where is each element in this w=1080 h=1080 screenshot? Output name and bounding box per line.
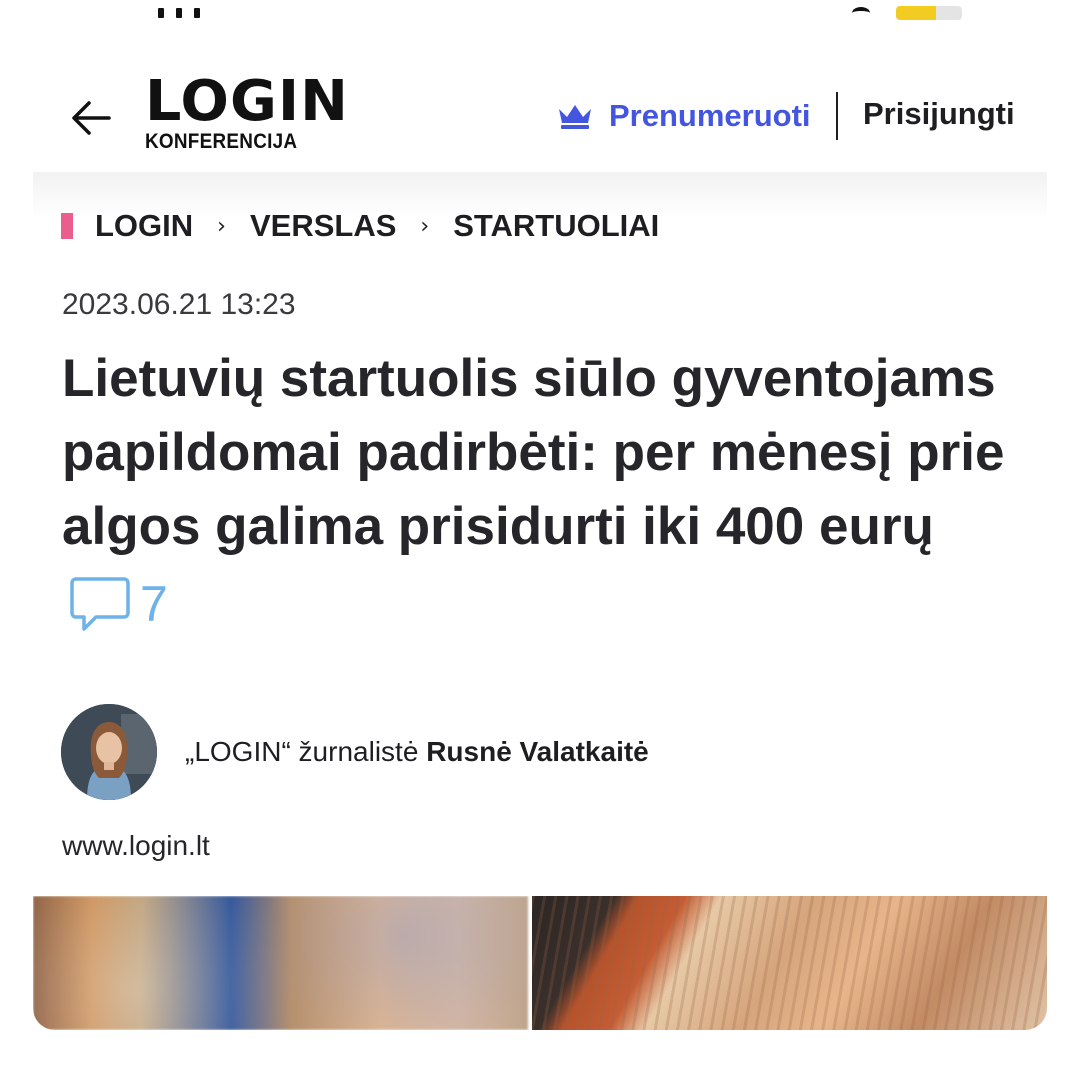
site-header: LOGIN KONFERENCIJA Prenumeruoti Prisijun… xyxy=(33,22,1047,174)
author-photo xyxy=(61,704,157,800)
hero-image-left xyxy=(33,896,528,1030)
author-role: „LOGIN“ žurnalistė xyxy=(185,736,419,767)
comments-link[interactable]: 7 xyxy=(70,567,168,641)
author-avatar[interactable] xyxy=(61,704,157,800)
breadcrumb-separator: › xyxy=(217,213,226,239)
breadcrumb-item-login[interactable]: LOGIN xyxy=(95,208,193,244)
login-link[interactable]: Prisijungti xyxy=(863,96,1015,132)
breadcrumb-item-startuoliai[interactable]: STARTUOLIAI xyxy=(453,208,659,244)
article-date: 2023.06.21 13:23 xyxy=(62,288,296,321)
author-name[interactable]: Rusnė Valatkaitė xyxy=(426,736,649,767)
battery-icon xyxy=(896,6,962,20)
crown-icon xyxy=(559,105,591,129)
article-hero-image xyxy=(33,896,1047,1030)
header-divider xyxy=(836,92,838,140)
breadcrumb-item-verslas[interactable]: VERSLAS xyxy=(250,208,396,244)
comment-count: 7 xyxy=(140,576,168,632)
hero-image-right xyxy=(532,896,1047,1030)
breadcrumb-separator: › xyxy=(420,213,430,239)
screen: LOGIN KONFERENCIJA Prenumeruoti Prisijun… xyxy=(0,0,1080,1080)
article-source: www.login.lt xyxy=(62,830,210,861)
breadcrumb: LOGIN › VERSLAS › STARTUOLIAI xyxy=(61,206,659,246)
subscribe-button[interactable]: Prenumeruoti xyxy=(555,94,811,138)
subscribe-label: Prenumeruoti xyxy=(609,98,811,133)
signal-icon xyxy=(158,8,200,18)
back-button[interactable] xyxy=(69,98,113,138)
author-byline: „LOGIN“ žurnalistė Rusnė Valatkaitė xyxy=(185,736,649,768)
status-bar xyxy=(0,0,1080,22)
site-logo[interactable]: LOGIN KONFERENCIJA xyxy=(145,69,349,156)
wifi-icon xyxy=(852,7,870,19)
article-title: Lietuvių startuolis siūlo gyventojams pa… xyxy=(62,342,1022,641)
logo-subtitle: KONFERENCIJA xyxy=(145,130,298,153)
speech-bubble-icon xyxy=(70,577,130,631)
article-title-text: Lietuvių startuolis siūlo gyventojams pa… xyxy=(62,349,1005,556)
logo-wordmark: LOGIN xyxy=(145,69,349,134)
article-page: LOGIN KONFERENCIJA Prenumeruoti Prisijun… xyxy=(33,22,1047,1030)
arrow-left-icon xyxy=(72,101,111,135)
breadcrumb-marker xyxy=(61,213,73,239)
